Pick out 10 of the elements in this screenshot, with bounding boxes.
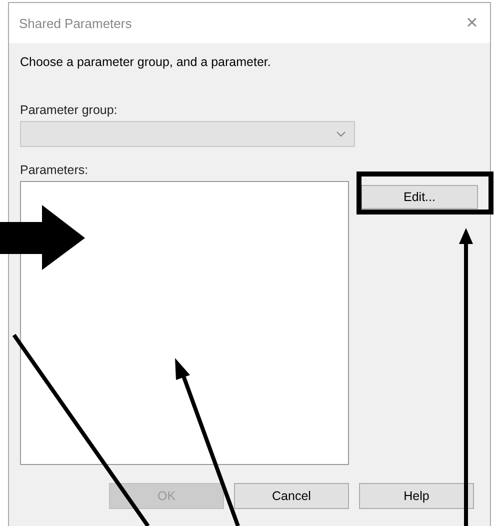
close-button[interactable]: × (454, 12, 490, 34)
dialog-button[interactable]: Help (359, 483, 474, 509)
parameters-label: Parameters: (20, 163, 90, 177)
dialog-button[interactable]: Cancel (234, 483, 349, 509)
parameters-list[interactable] (20, 181, 349, 465)
instruction-text: Choose a parameter group, and a parameter. (20, 55, 272, 69)
edit-button[interactable]: Edit... (361, 185, 478, 209)
chevron-down-icon (336, 131, 346, 137)
window-title: Shared Parameters (19, 16, 132, 30)
parameter-group-label: Parameter group: (20, 103, 118, 117)
